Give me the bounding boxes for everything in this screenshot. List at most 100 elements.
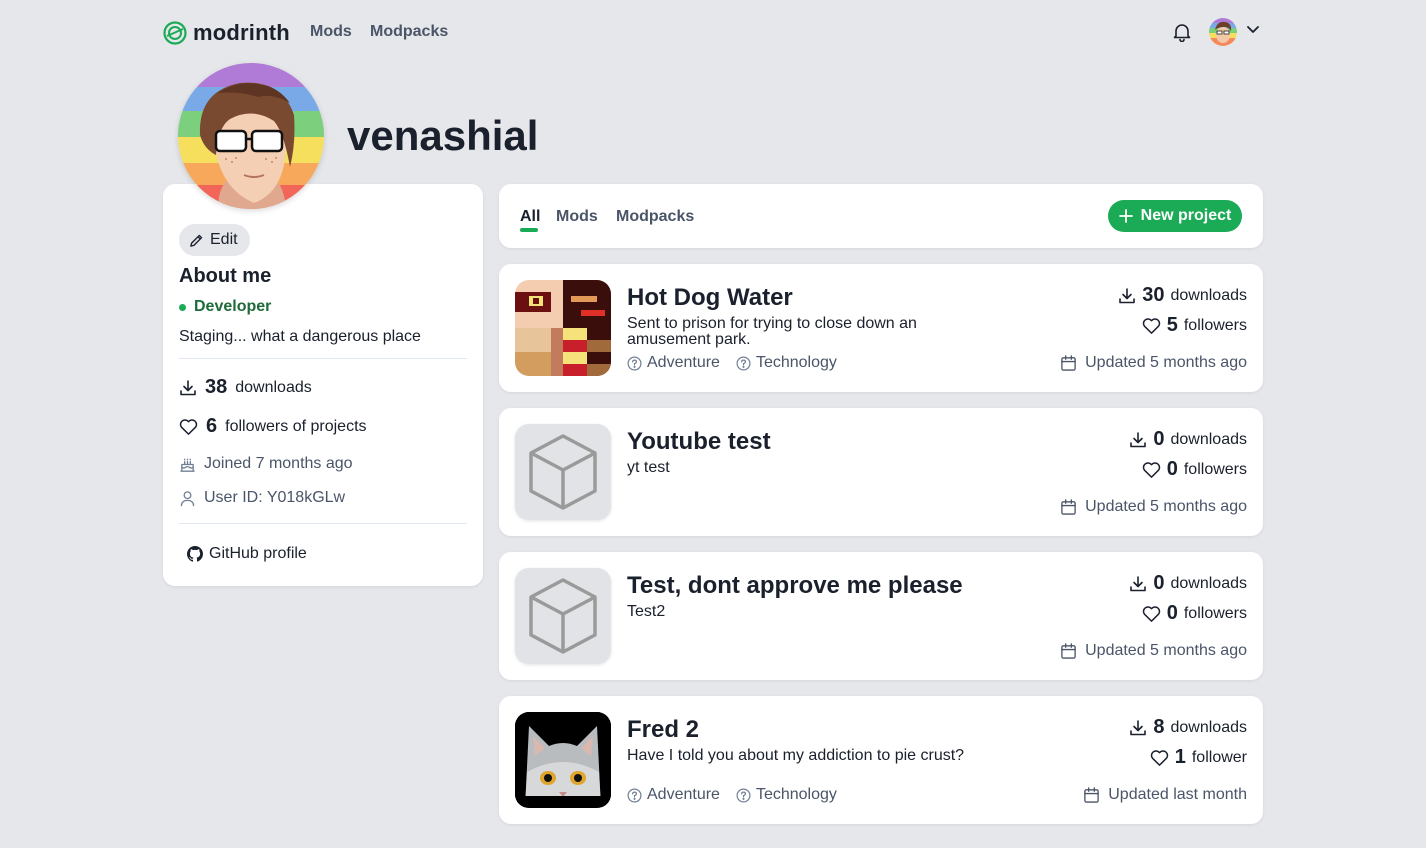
about-heading: About me xyxy=(179,265,272,287)
tab-mods[interactable]: Mods xyxy=(556,208,598,226)
divider xyxy=(179,523,467,524)
project-title[interactable]: Hot Dog Water xyxy=(627,284,793,312)
bell-icon[interactable] xyxy=(1173,22,1191,42)
edit-label: Edit xyxy=(210,231,238,248)
new-project-button[interactable]: New project xyxy=(1108,200,1242,232)
user-avatar[interactable] xyxy=(1209,18,1237,46)
project-downloads: 0 downloads xyxy=(1129,572,1247,595)
cake-icon xyxy=(179,456,196,473)
followers-label: followers xyxy=(1183,460,1247,478)
downloads-count: 8 xyxy=(1153,716,1165,738)
followers-count: 0 xyxy=(1166,602,1178,624)
help-circle-icon xyxy=(627,788,642,803)
help-circle-icon xyxy=(736,788,751,803)
brand-name: modrinth xyxy=(193,20,290,45)
github-icon xyxy=(187,546,203,562)
total-downloads: 38 downloads xyxy=(179,376,312,399)
project-icon[interactable] xyxy=(515,280,611,376)
tab-all[interactable]: All xyxy=(520,208,540,226)
download-icon xyxy=(179,379,197,397)
downloads-count: 0 xyxy=(1153,428,1165,450)
calendar-icon xyxy=(1060,354,1077,372)
project-title[interactable]: Youtube test xyxy=(627,428,771,456)
project-description: yt test xyxy=(627,459,670,476)
calendar-icon xyxy=(1083,786,1100,804)
modrinth-logo[interactable]: modrinth xyxy=(163,20,290,46)
downloads-count: 38 xyxy=(205,376,228,398)
project-followers: 5 followers xyxy=(1142,314,1247,337)
project-tags: Adventure Technology xyxy=(627,786,837,804)
github-profile-link[interactable]: GitHub profile xyxy=(187,545,307,563)
download-icon xyxy=(1129,431,1147,449)
profile-sidebar: Edit About me Developer Staging... what … xyxy=(163,184,483,586)
project-title[interactable]: Fred 2 xyxy=(627,716,699,744)
pencil-icon xyxy=(189,233,204,248)
user-id: User ID: Y018kGLw xyxy=(179,489,345,507)
joined-text: Joined 7 months ago xyxy=(204,455,353,472)
project-description: Sent to prison for trying to close down … xyxy=(627,315,917,348)
heart-icon xyxy=(1142,461,1161,479)
user-id-text: User ID: Y018kGLw xyxy=(204,489,346,506)
heart-icon xyxy=(1142,317,1161,335)
calendar-icon xyxy=(1060,498,1077,516)
role-dot-icon xyxy=(179,303,186,311)
followers-count: 5 xyxy=(1166,314,1178,336)
downloads-label: downloads xyxy=(1170,718,1248,736)
project-tabs: All Mods Modpacks New project xyxy=(499,184,1263,248)
tag-adventure: Adventure xyxy=(627,786,720,804)
edit-profile-button[interactable]: Edit xyxy=(179,224,250,256)
project-card[interactable]: Test, dont approve me please Test2 0 dow… xyxy=(499,552,1263,680)
project-description: Have I told you about my addiction to pi… xyxy=(627,747,965,764)
project-card[interactable]: Hot Dog Water Sent to prison for trying … xyxy=(499,264,1263,392)
user-icon xyxy=(179,490,196,507)
heart-icon xyxy=(1142,605,1161,623)
project-icon[interactable] xyxy=(515,568,611,664)
project-card[interactable]: Fred 2 Have I told you about my addictio… xyxy=(499,696,1263,824)
total-followers: 6 followers of projects xyxy=(179,415,367,438)
project-followers: 0 followers xyxy=(1142,458,1247,481)
project-updated: Updated last month xyxy=(1083,786,1247,804)
tag-technology: Technology xyxy=(736,354,837,372)
project-description: Test2 xyxy=(627,603,666,620)
cube-icon xyxy=(527,576,599,656)
help-circle-icon xyxy=(627,356,642,371)
project-updated: Updated 5 months ago xyxy=(1060,498,1247,516)
project-updated: Updated 5 months ago xyxy=(1060,354,1247,372)
cube-icon xyxy=(527,432,599,512)
followers-count: 0 xyxy=(1166,458,1178,480)
updated-text: Updated 5 months ago xyxy=(1085,642,1247,659)
project-icon[interactable] xyxy=(515,712,611,808)
heart-icon xyxy=(179,418,198,436)
updated-text: Updated 5 months ago xyxy=(1085,498,1247,515)
project-downloads: 30 downloads xyxy=(1118,284,1247,307)
role-badge: Developer xyxy=(179,298,271,316)
tag-label: Adventure xyxy=(647,354,720,371)
downloads-count: 30 xyxy=(1142,284,1165,306)
nav-modpacks[interactable]: Modpacks xyxy=(370,23,448,41)
modrinth-logo-icon xyxy=(163,21,187,45)
nav-mods[interactable]: Mods xyxy=(310,23,352,41)
heart-icon xyxy=(1150,749,1169,767)
calendar-icon xyxy=(1060,642,1077,660)
project-tags: Adventure Technology xyxy=(627,354,837,372)
downloads-label: downloads xyxy=(235,378,312,396)
project-downloads: 8 downloads xyxy=(1129,716,1247,739)
active-tab-indicator xyxy=(520,228,538,232)
project-title[interactable]: Test, dont approve me please xyxy=(627,572,963,600)
download-icon xyxy=(1118,287,1136,305)
followers-label: follower xyxy=(1191,748,1247,766)
download-icon xyxy=(1129,575,1147,593)
downloads-label: downloads xyxy=(1170,430,1248,448)
project-updated: Updated 5 months ago xyxy=(1060,642,1247,660)
followers-label: followers of projects xyxy=(225,417,367,435)
plus-icon xyxy=(1118,209,1133,223)
project-followers: 0 followers xyxy=(1142,602,1247,625)
github-label: GitHub profile xyxy=(209,545,307,562)
tag-label: Technology xyxy=(755,354,837,371)
chevron-down-icon[interactable] xyxy=(1246,25,1260,35)
project-icon[interactable] xyxy=(515,424,611,520)
tag-label: Technology xyxy=(755,786,837,803)
tab-modpacks[interactable]: Modpacks xyxy=(616,208,694,226)
followers-label: followers xyxy=(1183,604,1247,622)
project-card[interactable]: Youtube test yt test 0 downloads 0 follo… xyxy=(499,408,1263,536)
